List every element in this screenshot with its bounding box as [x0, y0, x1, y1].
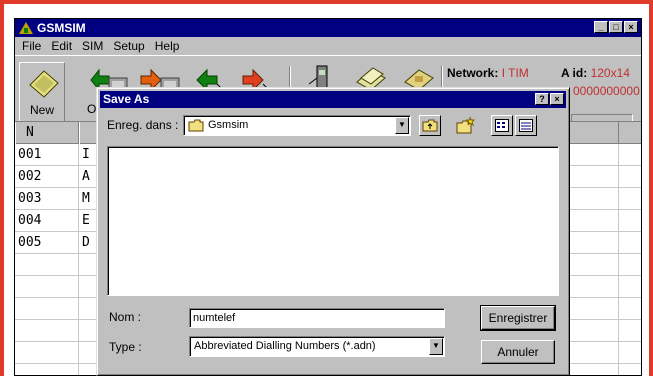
up-folder-icon	[422, 119, 438, 135]
row-number: 004	[18, 213, 42, 228]
open-button-label: O	[87, 102, 97, 116]
column-header-n[interactable]: N	[15, 122, 79, 144]
menu-edit[interactable]: Edit	[46, 39, 77, 53]
row-name: A	[82, 169, 90, 184]
chevron-down-icon[interactable]: ▼	[429, 338, 443, 355]
file-list[interactable]	[107, 146, 559, 296]
new-folder-button[interactable]	[455, 115, 477, 136]
details-view-icon	[519, 119, 533, 135]
row-number: 001	[18, 147, 42, 162]
save-button[interactable]: Enregistrer	[480, 305, 556, 331]
aid-value: 120x14	[590, 66, 630, 80]
filename-label: Nom :	[109, 310, 142, 324]
dialog-controls: ? ×	[535, 93, 564, 105]
dialog-titlebar: Save As ? ×	[100, 91, 566, 108]
app-logo-icon	[19, 22, 33, 34]
new-button-label: New	[30, 103, 55, 117]
row-name: I	[82, 147, 90, 162]
new-button[interactable]: New	[19, 62, 65, 122]
filename-input[interactable]: numtelef	[189, 308, 445, 328]
look-in-value: Gsmsim	[208, 119, 249, 131]
maximize-button[interactable]: □	[609, 21, 623, 33]
row-number: 003	[18, 191, 42, 206]
list-view-button[interactable]	[491, 115, 513, 136]
row-number: 005	[18, 235, 42, 250]
row-name: M	[82, 191, 90, 206]
up-folder-button[interactable]	[419, 115, 441, 136]
cancel-button[interactable]: Annuler	[481, 340, 555, 364]
network-label: Network:	[447, 66, 499, 80]
menu-help[interactable]: Help	[150, 39, 185, 53]
menu-setup[interactable]: Setup	[108, 39, 149, 53]
folder-icon	[188, 119, 204, 135]
new-document-icon	[26, 69, 60, 102]
new-folder-icon	[456, 116, 476, 137]
menubar: File Edit SIM Setup Help	[15, 37, 641, 55]
save-as-dialog: Save As ? × Enreg. dans : Gsmsim ▼ Nom :	[96, 87, 570, 376]
chevron-down-icon[interactable]: ▼	[395, 117, 409, 134]
file-type-value: Abbreviated Dialling Numbers (*.adn)	[194, 340, 376, 352]
details-view-button[interactable]	[515, 115, 537, 136]
app-titlebar: GSMSIM _ □ ×	[15, 19, 641, 37]
menu-file[interactable]: File	[17, 39, 46, 53]
row-number: 002	[18, 169, 42, 184]
list-view-icon	[495, 119, 509, 135]
look-in-select[interactable]: Gsmsim ▼	[183, 115, 411, 136]
window-controls: _ □ ×	[594, 21, 638, 33]
code-value: 0000000000	[573, 84, 640, 98]
dialog-title: Save As	[103, 92, 150, 106]
network-value: I TIM	[501, 66, 529, 80]
type-label: Type :	[109, 340, 142, 354]
dialog-close-button[interactable]: ×	[550, 93, 564, 105]
close-button[interactable]: ×	[624, 21, 638, 33]
help-button[interactable]: ?	[535, 93, 549, 105]
row-name: E	[82, 213, 90, 228]
row-name: D	[82, 235, 90, 250]
look-in-label: Enreg. dans :	[107, 118, 179, 132]
aid-label: A id:	[561, 66, 588, 80]
minimize-button[interactable]: _	[594, 21, 608, 33]
app-title: GSMSIM	[37, 21, 86, 35]
file-type-select[interactable]: Abbreviated Dialling Numbers (*.adn) ▼	[189, 336, 445, 357]
menu-sim[interactable]: SIM	[77, 39, 108, 53]
